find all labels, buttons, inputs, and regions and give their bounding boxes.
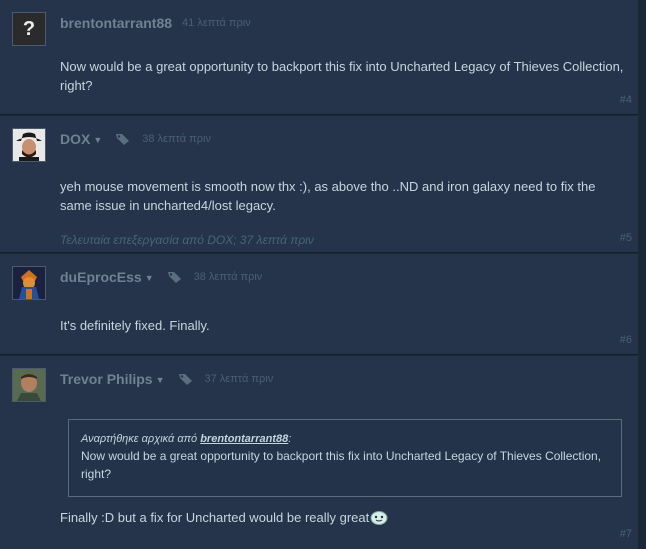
quote-suffix: : — [288, 433, 292, 445]
comment-text: It's definitely fixed. Finally. — [60, 318, 210, 333]
chevron-down-icon[interactable]: ▼ — [145, 273, 154, 283]
quote-text: Now would be a great opportunity to back… — [81, 449, 602, 481]
tag-icon — [116, 134, 130, 145]
comment-post: duEprocEss ▼ 38 λεπτά πριν It's definite… — [0, 254, 638, 355]
author-name[interactable]: brentontarrant88 — [60, 15, 172, 31]
author-name[interactable]: Trevor Philips — [60, 371, 153, 387]
question-mark-icon: ? — [22, 17, 36, 40]
emoticon-icon — [370, 511, 388, 525]
tag-icon — [167, 272, 181, 283]
character-avatar-icon — [13, 267, 45, 299]
comment-post: ? brentontarrant88 41 λεπτά πριν Now wou… — [0, 0, 638, 115]
character-avatar-icon — [13, 369, 45, 401]
chevron-down-icon[interactable]: ▼ — [93, 135, 102, 145]
edited-note: Τελευταία επεξεργασία από DOX; 37 λεπτά … — [60, 233, 314, 247]
comment-text-wrapper: Finally :D but a fix for Uncharted would… — [60, 508, 630, 527]
avatar[interactable]: ? — [12, 12, 46, 46]
post-time: 38 λεπτά πριν — [193, 271, 263, 283]
quote-block: Αναρτήθηκε αρχικά από brentontarrant88: … — [68, 419, 622, 497]
post-time: 37 λεπτά πριν — [204, 373, 274, 385]
author-name[interactable]: DOX — [60, 131, 90, 147]
comment-text: Now would be a great opportunity to back… — [60, 59, 624, 93]
post-number[interactable]: #4 — [620, 94, 632, 106]
quote-prefix: Αναρτήθηκε αρχικά από — [81, 433, 201, 445]
post-number[interactable]: #6 — [620, 334, 632, 346]
post-number[interactable]: #5 — [620, 232, 632, 244]
post-number[interactable]: #7 — [620, 528, 632, 540]
comment-thread: ? brentontarrant88 41 λεπτά πριν Now wou… — [0, 0, 646, 549]
comment-post: DOX ▼ 38 λεπτά πριν yeh mouse movement i… — [0, 116, 638, 253]
post-time: 38 λεπτά πριν — [142, 133, 211, 145]
scrollbar-track[interactable] — [638, 0, 646, 549]
quote-header: Αναρτήθηκε αρχικά από brentontarrant88: — [81, 431, 609, 447]
cowboy-avatar-icon — [13, 129, 45, 161]
post-time: 41 λεπτά πριν — [182, 17, 251, 29]
avatar[interactable] — [12, 266, 46, 300]
comment-post: Trevor Philips ▼ 37 λεπτά πριν Αναρτήθηκ… — [0, 356, 638, 549]
chevron-down-icon[interactable]: ▼ — [156, 375, 165, 385]
avatar[interactable] — [12, 368, 46, 402]
avatar[interactable] — [12, 128, 46, 162]
quote-author-link[interactable]: brentontarrant88 — [200, 433, 288, 445]
comment-text: Finally :D but a fix for Uncharted would… — [60, 510, 370, 525]
comment-text: yeh mouse movement is smooth now thx :),… — [60, 179, 596, 213]
author-name[interactable]: duEprocEss — [60, 269, 142, 285]
tag-icon — [178, 374, 192, 385]
